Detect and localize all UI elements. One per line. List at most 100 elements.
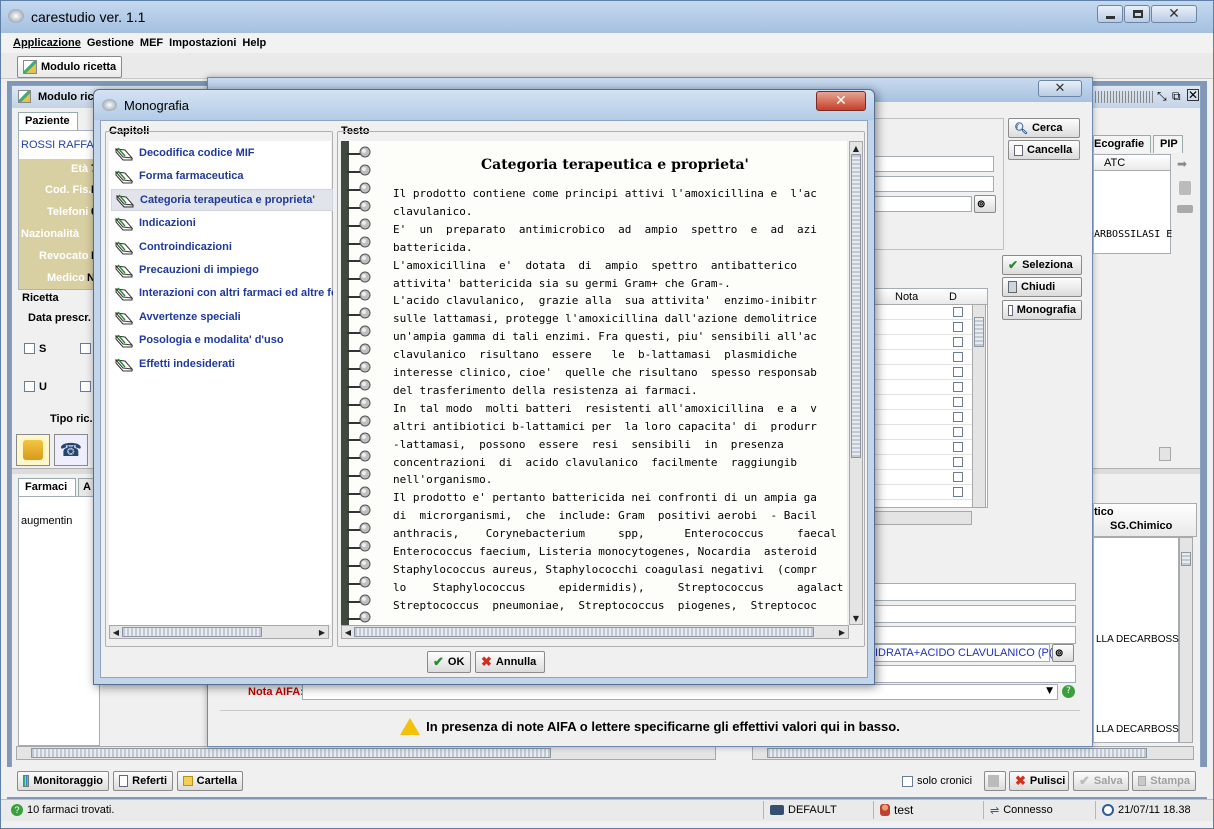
- scroll-left-icon[interactable]: ◀: [342, 626, 354, 638]
- row-checkbox[interactable]: [953, 367, 963, 377]
- capitoli-hscroll[interactable]: ◀ ▶: [109, 625, 329, 639]
- table-row[interactable]: [873, 485, 973, 500]
- farmaco-dialog-close-button[interactable]: ✕: [1038, 80, 1082, 97]
- cartella-button[interactable]: Cartella: [177, 771, 243, 791]
- referti-button[interactable]: Referti: [113, 771, 173, 791]
- tab-pip[interactable]: PIP: [1153, 135, 1183, 153]
- stampa-button[interactable]: Stampa: [1132, 771, 1196, 791]
- row-checkbox[interactable]: [953, 412, 963, 422]
- farmaci-search-value[interactable]: augmentin: [21, 515, 72, 527]
- table-row[interactable]: [873, 335, 973, 350]
- form-field-2[interactable]: [872, 605, 1076, 623]
- chapter-item[interactable]: Interazioni con altri farmaci ed altre f…: [111, 282, 333, 304]
- results-hscroll[interactable]: [872, 511, 972, 525]
- row-checkbox[interactable]: [953, 322, 963, 332]
- chapter-item[interactable]: Indicazioni: [111, 212, 333, 234]
- checkbox-s2[interactable]: [80, 343, 91, 354]
- chapter-item[interactable]: Precauzioni di impiego: [111, 259, 333, 281]
- drug-field[interactable]: IDRATA+ACIDO CLAVULANICO (P(: [872, 644, 1053, 662]
- table-row[interactable]: [873, 425, 973, 440]
- table-row[interactable]: [873, 440, 973, 455]
- row-checkbox[interactable]: [953, 397, 963, 407]
- drug-lookup-button[interactable]: ⊚: [1052, 644, 1074, 662]
- arrow-right-icon[interactable]: ➡: [1177, 157, 1193, 171]
- testo-hscroll[interactable]: ◀ ▶: [341, 625, 849, 639]
- cancella-button[interactable]: Cancella: [1008, 140, 1080, 160]
- table-row[interactable]: [873, 365, 973, 380]
- tab-farmaci[interactable]: Farmaci: [18, 478, 76, 496]
- row-checkbox[interactable]: [953, 472, 963, 482]
- row-checkbox[interactable]: [953, 382, 963, 392]
- chapter-item[interactable]: Posologia e modalita' d'uso: [111, 329, 333, 351]
- menu-mef[interactable]: MEF: [140, 37, 163, 49]
- table-row[interactable]: [873, 350, 973, 365]
- help-icon[interactable]: ?: [1062, 685, 1075, 698]
- results-vscroll[interactable]: [972, 304, 986, 508]
- table-row[interactable]: [873, 305, 973, 320]
- tab-ecografie-right[interactable]: Ecografie: [1093, 135, 1151, 153]
- scroll-right-icon[interactable]: ▶: [836, 626, 848, 638]
- row-checkbox[interactable]: [953, 427, 963, 437]
- frame-detach-icon[interactable]: ⤡: [1157, 89, 1167, 104]
- capitoli-hscroll-thumb[interactable]: [122, 627, 262, 637]
- monografia-close-button[interactable]: ✕: [816, 91, 866, 111]
- menu-applicazione[interactable]: Applicazione: [13, 37, 81, 49]
- search-field-1[interactable]: [872, 156, 994, 172]
- scroll-right-icon[interactable]: ▶: [316, 626, 328, 638]
- chapter-item[interactable]: Effetti indesiderati: [111, 353, 333, 375]
- form-field-4[interactable]: [872, 665, 1076, 683]
- right-upper-vscroll[interactable]: [1159, 447, 1171, 461]
- table-row[interactable]: [873, 470, 973, 485]
- salva-button[interactable]: ✔ Salva: [1073, 771, 1129, 791]
- table-row[interactable]: [873, 410, 973, 425]
- right-lower-vscroll[interactable]: [1179, 537, 1193, 743]
- trash-icon[interactable]: [1179, 181, 1191, 195]
- solo-cronici-checkbox[interactable]: [902, 776, 913, 787]
- scroll-up-icon[interactable]: ▲: [850, 142, 862, 154]
- row-checkbox[interactable]: [953, 352, 963, 362]
- checkbox-u[interactable]: [24, 381, 35, 392]
- checkbox-u2[interactable]: [80, 381, 91, 392]
- pulisci-button[interactable]: ✖ Pulisci: [1009, 771, 1069, 791]
- ok-button[interactable]: ✔ OK: [427, 651, 471, 673]
- row-checkbox[interactable]: [953, 337, 963, 347]
- testo-area[interactable]: Categoria terapeutica e proprieta' Il pr…: [341, 141, 847, 625]
- results-vscroll-thumb[interactable]: [974, 317, 984, 347]
- row-checkbox[interactable]: [953, 457, 963, 467]
- menu-impostazioni[interactable]: Impostazioni: [169, 37, 236, 49]
- minus-icon[interactable]: [1177, 205, 1193, 213]
- testo-vscroll[interactable]: ▲ ▼: [849, 141, 863, 625]
- seleziona-button[interactable]: ✔ Seleziona: [1002, 255, 1082, 275]
- table-row[interactable]: [873, 395, 973, 410]
- close-window-button[interactable]: ✕: [1151, 5, 1197, 23]
- menu-help[interactable]: Help: [242, 37, 266, 49]
- table-row[interactable]: [873, 380, 973, 395]
- form-field-1[interactable]: [872, 583, 1076, 601]
- modulo-ricetta-button[interactable]: Modulo ricetta: [17, 56, 123, 78]
- row-checkbox[interactable]: [953, 442, 963, 452]
- right-hscroll[interactable]: [752, 746, 1194, 760]
- print-preview-button[interactable]: [984, 771, 1006, 791]
- scroll-left-icon[interactable]: ◀: [110, 626, 122, 638]
- table-row[interactable]: [873, 320, 973, 335]
- search-field-2[interactable]: [872, 176, 994, 192]
- monitoraggio-button[interactable]: Monitoraggio: [17, 771, 109, 791]
- chapter-item[interactable]: Avvertenze speciali: [111, 306, 333, 328]
- testo-hscroll-thumb[interactable]: [354, 627, 814, 637]
- phone-button[interactable]: ☎: [54, 434, 88, 466]
- tab-paziente[interactable]: Paziente: [18, 112, 78, 130]
- form-field-3[interactable]: [872, 626, 1076, 644]
- row-checkbox[interactable]: [953, 487, 963, 497]
- minimize-button[interactable]: [1097, 5, 1123, 23]
- annulla-button[interactable]: ✖ Annulla: [475, 651, 545, 673]
- chapter-item[interactable]: Controindicazioni: [111, 236, 333, 258]
- search-field-3[interactable]: [872, 196, 972, 212]
- right-lower-vscroll-thumb[interactable]: [1181, 552, 1191, 566]
- scroll-down-icon[interactable]: ▼: [850, 612, 862, 624]
- chapter-item[interactable]: Decodifica codice MIF: [111, 142, 333, 164]
- frame-restore-icon[interactable]: ⧉: [1172, 89, 1181, 104]
- maximize-button[interactable]: [1124, 5, 1150, 23]
- chapter-item[interactable]: Categoria terapeutica e proprieta': [111, 188, 333, 211]
- nota-aifa-select[interactable]: ▼: [302, 684, 1058, 700]
- testo-vscroll-thumb[interactable]: [851, 154, 861, 458]
